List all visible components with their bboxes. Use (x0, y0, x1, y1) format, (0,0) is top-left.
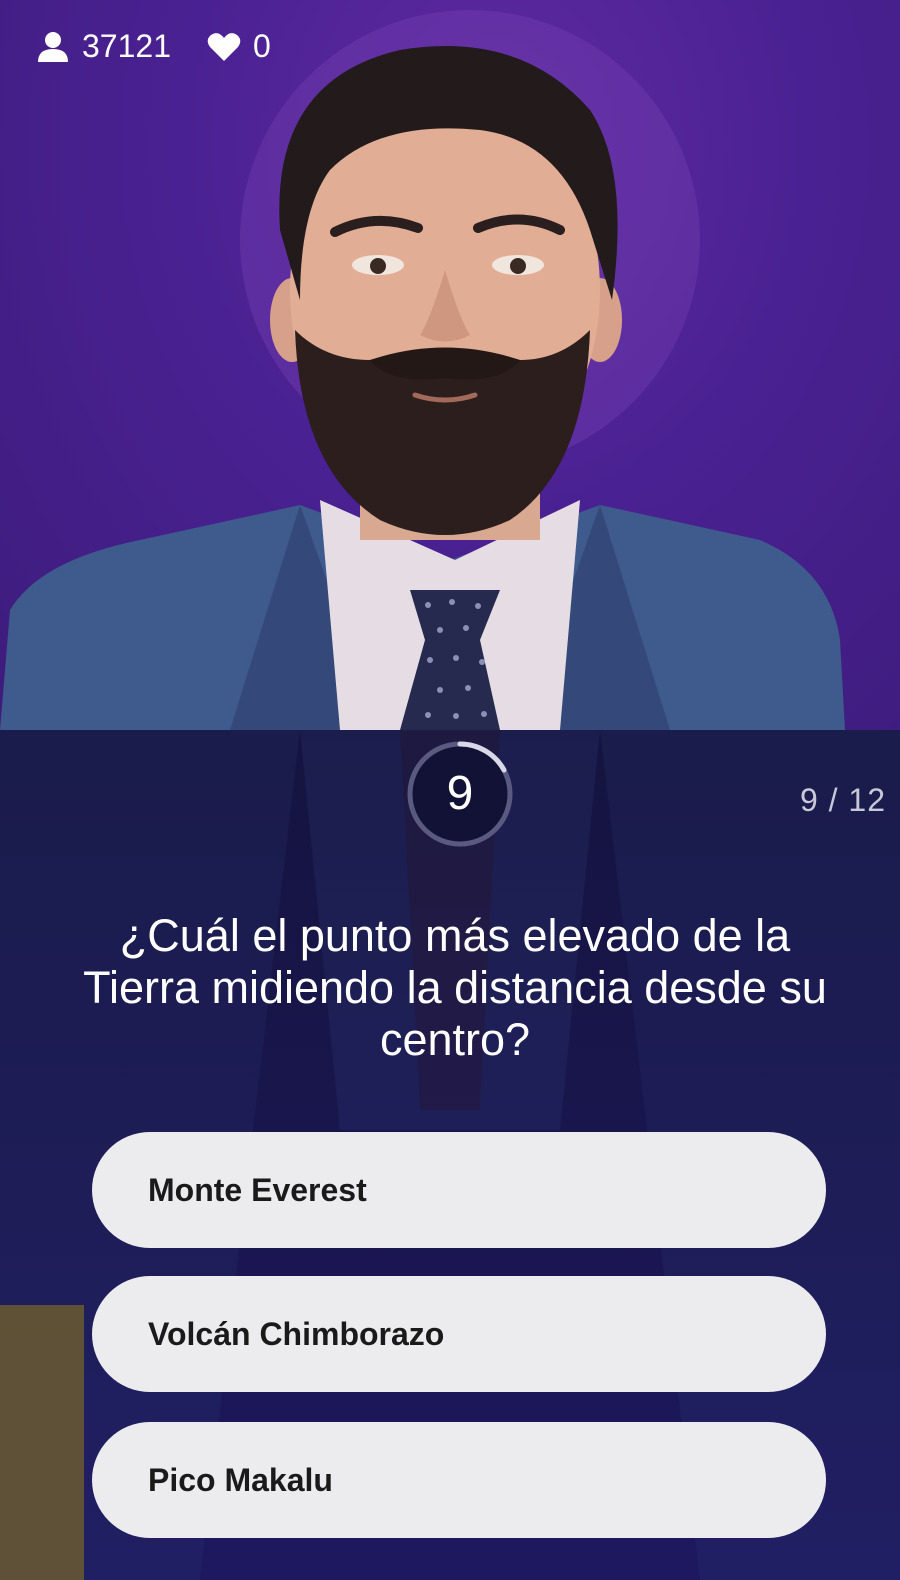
host-image (0, 10, 845, 730)
answer-option-2[interactable]: Volcán Chimborazo (92, 1276, 826, 1392)
user-icon (38, 31, 68, 62)
question-text: ¿Cuál el punto más elevado de la Tierra … (83, 910, 827, 1065)
question-panel: 9 9 / 12 ¿Cuál el punto más elevado de l… (0, 730, 900, 1580)
lives-value: 0 (252, 28, 271, 64)
lives-count: 0 (207, 28, 271, 65)
countdown-timer: 9 (404, 738, 516, 850)
heart-icon (207, 32, 241, 61)
host-video: 37121 0 (0, 0, 900, 730)
viewers-value: 37121 (82, 28, 171, 64)
answer-option-1[interactable]: Monte Everest (92, 1132, 826, 1248)
viewers-count: 37121 (36, 28, 171, 65)
background-prop (0, 1305, 84, 1580)
stats-bar: 37121 0 (36, 28, 307, 65)
trivia-screen: 37121 0 9 9 / 12 ¿Cuál el punto más elev… (0, 0, 900, 1580)
question-progress: 9 / 12 (799, 782, 886, 818)
timer-value: 9 (446, 767, 474, 820)
answer-option-3[interactable]: Pico Makalu (92, 1422, 826, 1538)
